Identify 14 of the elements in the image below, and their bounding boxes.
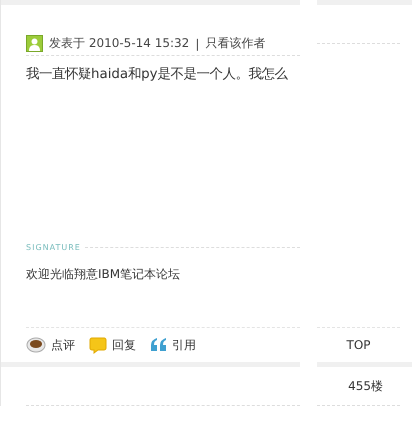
signature-label: SIGNATURE [26,243,81,252]
author-only-link[interactable]: 只看该作者 [205,35,266,52]
reply-link[interactable]: 回复 [112,336,136,354]
post-time: 发表于 2010-5-14 15:32 [49,35,190,52]
coffee-cup-icon [26,337,46,353]
signature-text: 欢迎光临翔意IBM笔记本论坛 [26,266,182,283]
quote-icon [150,338,167,352]
floor-number: 455楼 [348,378,383,394]
rate-link[interactable]: 点评 [51,336,75,354]
post-body: 我一直怀疑haida和py是不是一个人。我怎么 [26,66,288,83]
avatar-icon [26,35,43,52]
speech-bubble-icon [89,336,107,354]
quote-link[interactable]: 引用 [172,336,196,354]
separator: | [195,36,200,50]
